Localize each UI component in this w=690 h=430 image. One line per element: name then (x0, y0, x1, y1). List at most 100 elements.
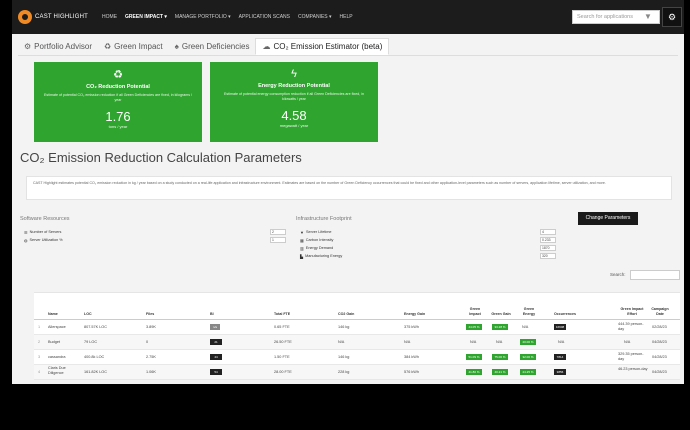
table-row[interactable]: 1 Allerspace 807.57K LOC 3.89K n/a 0.65 … (34, 320, 680, 335)
gauge-icon: ◍ (24, 237, 28, 243)
servers-icon: ☰ (24, 229, 28, 235)
column-header-green-gain[interactable]: Green Gain (490, 312, 512, 316)
param-number-of-servers: ☰ Number of Servers 2 (24, 228, 286, 236)
energy-gain-value: N/A (404, 340, 411, 344)
column-header-co2-gain[interactable]: CO2 Gain (338, 312, 354, 316)
param-value-input[interactable]: 4 (540, 229, 556, 235)
param-value-input[interactable]: 320 (540, 253, 556, 259)
nav-manage-portfolio[interactable]: MANAGE PORTFOLIO ▾ (175, 14, 231, 20)
column-header-total-fte[interactable]: Total FTE (274, 312, 290, 316)
column-header-green-energy[interactable]: Green Energy (518, 307, 540, 316)
app-name[interactable]: Claris Due Diligence (48, 366, 78, 375)
param-label: Manufacturing Energy (305, 254, 343, 258)
effort-value: N/A (624, 340, 631, 344)
app-name[interactable]: Budget (48, 340, 60, 344)
effort-value: 46.23 person-day (618, 367, 648, 371)
param-value-input[interactable]: 1870 (540, 245, 556, 251)
param-label: Carbon Intensity (305, 238, 334, 242)
campaign-date: 04/28/23 (652, 340, 667, 344)
tab-label: CO₂ Emission Estimator (beta) (273, 42, 383, 51)
campaign-date: 02/28/23 (652, 325, 667, 329)
tab-green-impact[interactable]: ♻ Green Impact (98, 38, 169, 55)
energy-icon: ▥ (300, 245, 304, 251)
cloud-icon: ☁ (262, 42, 271, 51)
screenshot-frame: CAST HIGHLIGHT HOME GREEN IMPACT ▾ MANAG… (0, 0, 690, 430)
column-header-bi[interactable]: BI (210, 312, 214, 316)
filter-icon[interactable]: ▼ (644, 12, 652, 21)
energy-gain-value: 375 kWh (404, 325, 419, 329)
app-name[interactable]: cassandra (48, 355, 66, 359)
bi-badge: n/a (210, 324, 220, 330)
fte-value: 28.00 FTE (274, 370, 292, 374)
fte-value: 0.65 FTE (274, 325, 290, 329)
top-navbar: CAST HIGHLIGHT HOME GREEN IMPACT ▾ MANAG… (12, 0, 684, 34)
recycle-icon: ♻ (103, 42, 112, 51)
column-header-loc[interactable]: LOC (84, 312, 92, 316)
user-menu-button[interactable]: ⚙ (662, 7, 682, 27)
row-id: 1 (38, 325, 41, 329)
app-window: CAST HIGHLIGHT HOME GREEN IMPACT ▾ MANAG… (12, 0, 684, 384)
software-resources-title: Software Resources (20, 216, 70, 222)
gear-icon: ⚙ (24, 42, 32, 51)
tab-green-deficiencies[interactable]: ♠ Green Deficiencies (169, 38, 256, 55)
software-params: ☰ Number of Servers 2 ◍ Server Utilization… (24, 228, 286, 244)
green-energy-value: N/A (522, 325, 529, 329)
table-row[interactable]: 3 cassandra 400.8k LOC 2.75K 44 1.50 FTE… (34, 350, 680, 365)
bi-badge: 21 (210, 339, 222, 345)
card-unit: megawatt / year (279, 123, 309, 129)
row-id: 4 (38, 370, 41, 374)
param-value-input[interactable]: 1 (270, 237, 286, 243)
files-value: 0 (146, 340, 149, 344)
table-row[interactable]: 2 Budget 79 LOC 0 21 26.50 FTE N/A N/A N… (34, 335, 680, 350)
manufacturing-icon: ▙ (300, 253, 304, 259)
green-gain-badge: 75.00 % (492, 354, 508, 360)
nav-companies[interactable]: COMPANIES ▾ (298, 14, 332, 20)
fte-value: 1.50 FTE (274, 355, 290, 359)
infrastructure-params: ▼ Server Lifetime 4 ▦ Carbon Intensity 0.2… (300, 228, 556, 260)
logo[interactable]: CAST HIGHLIGHT (18, 6, 88, 28)
tab-bar: ⚙ Portfolio Advisor ♻ Green Impact ♠ Green … (18, 38, 678, 56)
occurrences-badge: 3856 (554, 369, 566, 375)
occurrences-value: N/A (558, 340, 565, 344)
column-header-green-impact[interactable]: Green Impact (464, 307, 486, 316)
nav-home[interactable]: HOME (102, 14, 117, 20)
green-impact-badge: 41.80 % (466, 369, 482, 375)
leaf-icon: ♠ (174, 42, 179, 51)
column-header-files[interactable]: Files (146, 312, 154, 316)
column-header-name[interactable]: Name (48, 312, 58, 316)
recycle-icon: ♻ (113, 69, 123, 81)
green-energy-badge: 24.25 % (520, 369, 536, 375)
green-gain-badge: 40.21 % (492, 369, 508, 375)
tab-co2-estimator[interactable]: ☁ CO₂ Emission Estimator (beta) (255, 38, 390, 55)
column-header-campaign-date[interactable]: Campaign Date (648, 307, 672, 316)
loc-value: 79 LOC (84, 340, 98, 344)
row-id: 3 (38, 355, 41, 359)
change-parameters-button[interactable]: Change Parameters (578, 212, 638, 225)
row-id: 2 (38, 340, 41, 344)
column-header-green-impact-effort[interactable]: Green Impact Effort (620, 307, 644, 316)
loc-value: 161.82K LOC (84, 370, 108, 374)
table-search-input[interactable] (630, 270, 680, 280)
param-manufacturing-energy: ▙ Manufacturing Energy 320 (300, 252, 556, 260)
column-header-energy-gain[interactable]: Energy Gain (404, 312, 425, 316)
table-row[interactable]: 4 Claris Due Diligence 161.82K LOC 1.06K… (34, 365, 680, 380)
param-value-input[interactable]: 0.233 (540, 237, 556, 243)
param-value-input[interactable]: 2 (270, 229, 286, 235)
tab-label: Portfolio Advisor (34, 42, 92, 51)
param-label: Energy Demand (305, 246, 334, 250)
files-value: 3.89K (146, 325, 156, 329)
app-name[interactable]: Allerspace (48, 325, 66, 329)
table-header: Name LOC Files BI Total FTE CO2 Gain Ene… (34, 292, 680, 320)
campaign-date: 04/28/23 (652, 370, 667, 374)
card-value: 4.58 (281, 108, 307, 124)
table-search-label: Search: (610, 272, 626, 277)
nav-help[interactable]: HELP (340, 14, 353, 20)
column-header-occurrences[interactable]: Occurrences (554, 312, 576, 316)
nav-green-impact[interactable]: GREEN IMPACT ▾ (125, 14, 167, 20)
co2-reduction-card: ♻ CO₂ Reduction Potential Estimate of po… (34, 62, 202, 142)
nav-application-scans[interactable]: APPLICATION SCANS (239, 14, 290, 20)
lightning-icon: ϟ (291, 68, 297, 80)
nav-menu: HOME GREEN IMPACT ▾ MANAGE PORTFOLIO ▾ A… (102, 14, 361, 20)
tab-portfolio-advisor[interactable]: ⚙ Portfolio Advisor (18, 38, 98, 55)
campaign-date: 04/28/23 (652, 355, 667, 359)
